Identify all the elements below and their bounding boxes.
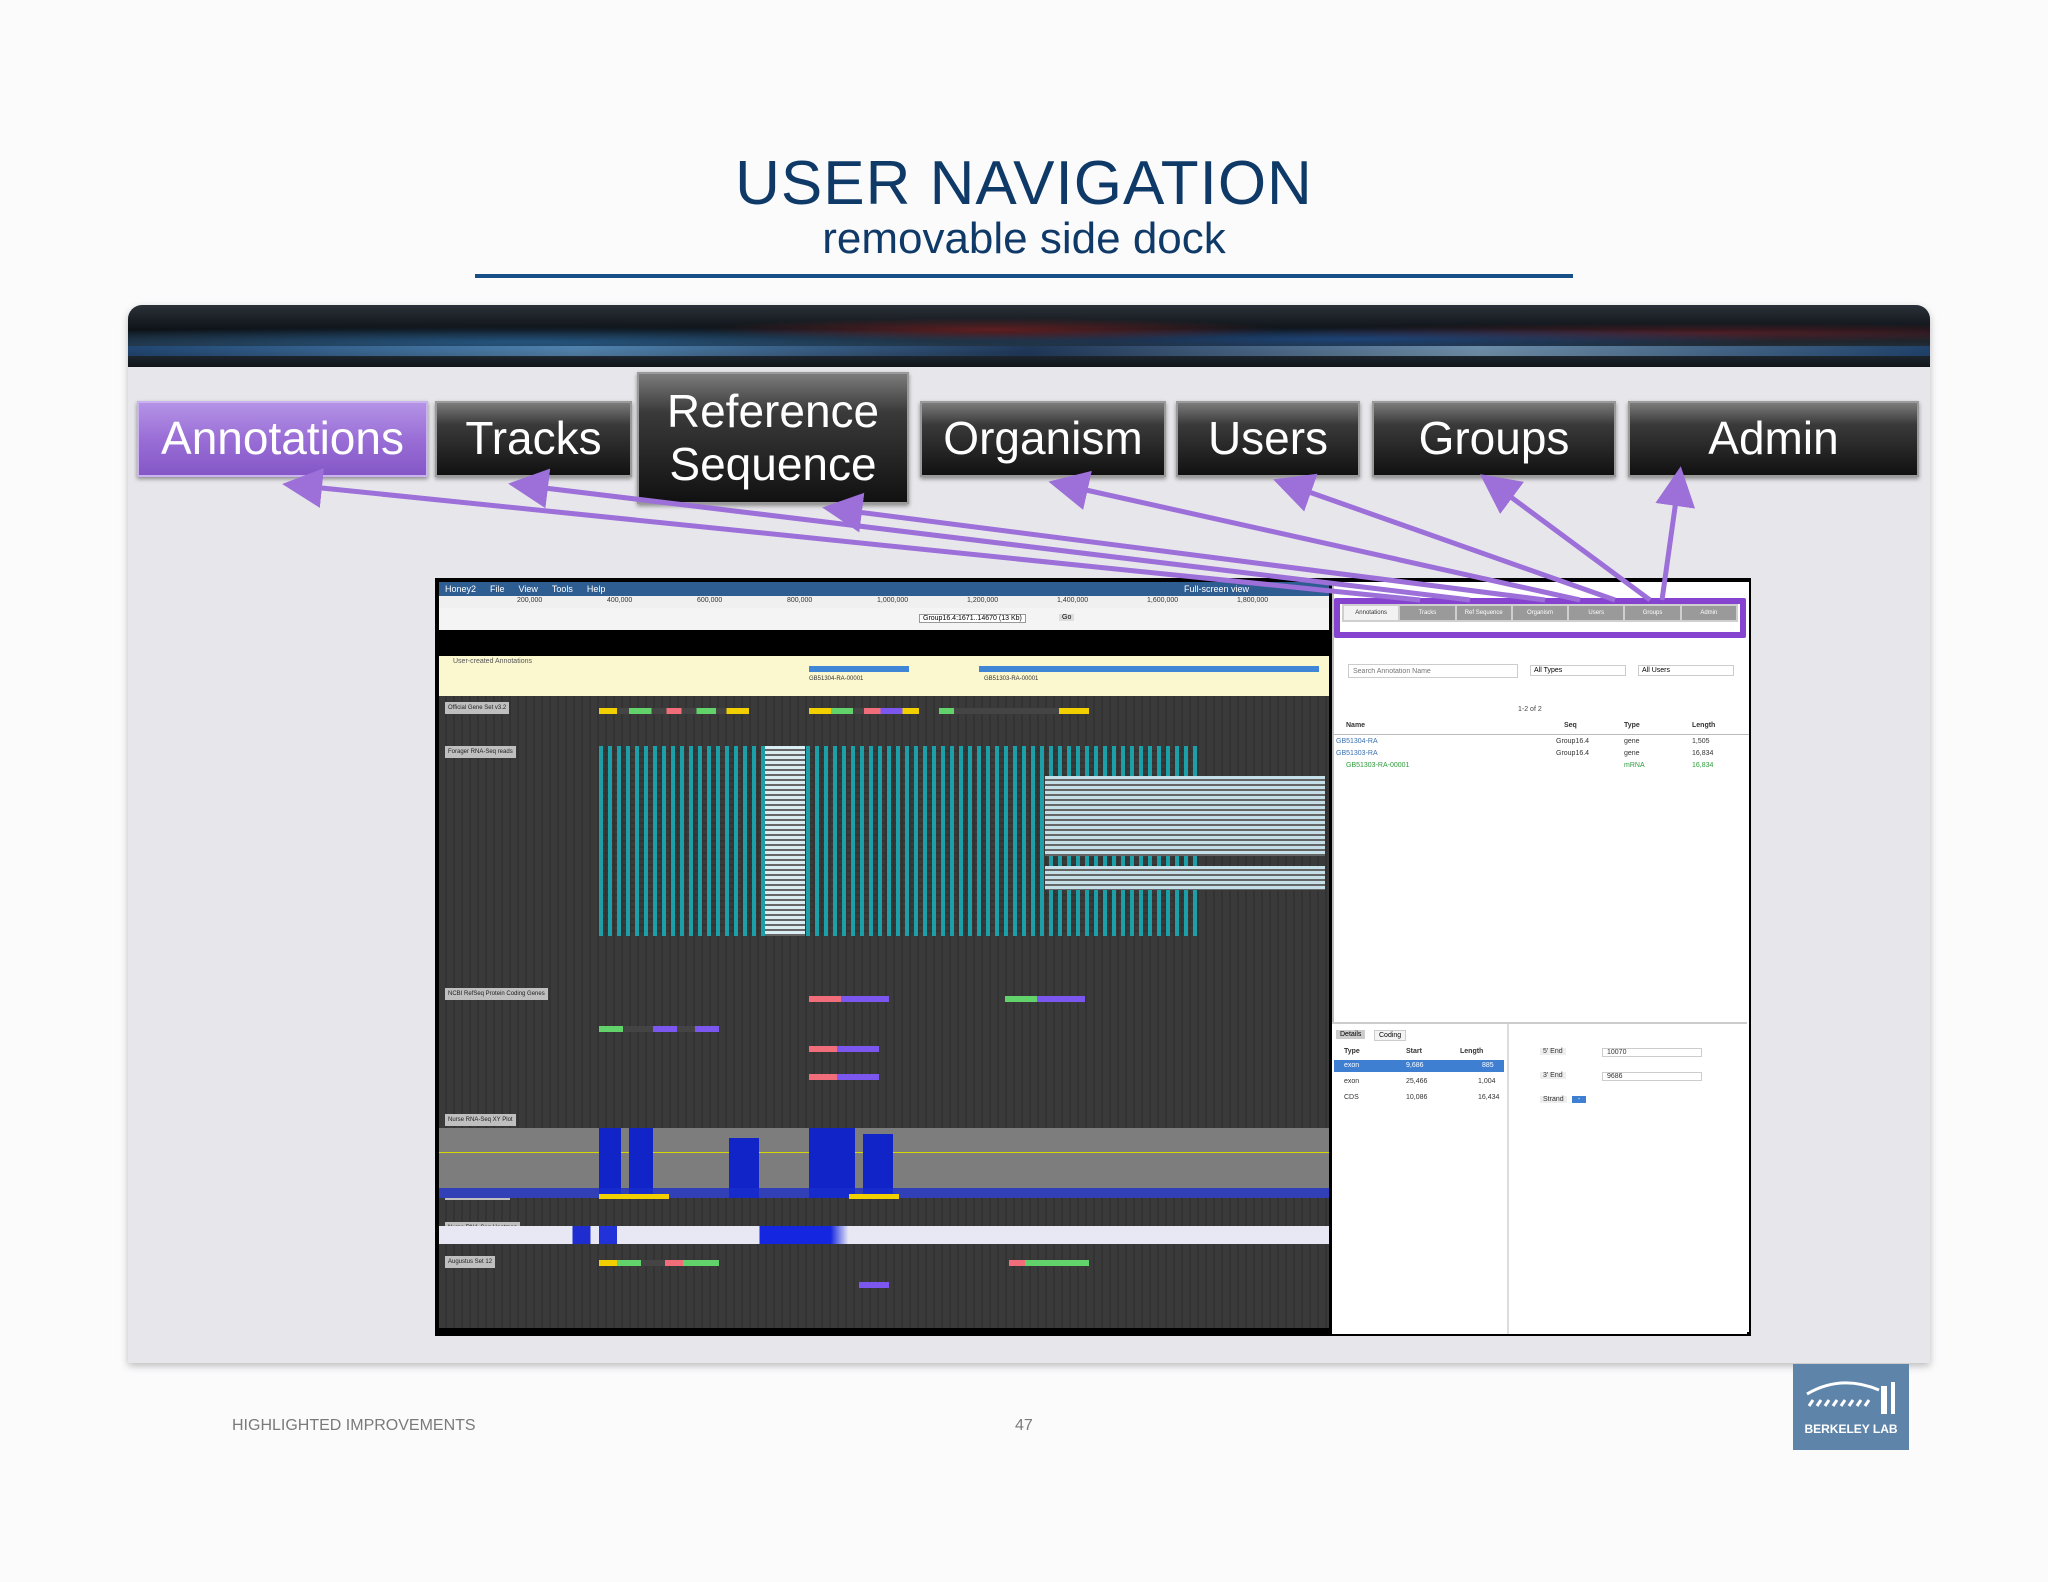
arrow-annotations	[282, 468, 1421, 603]
footer-section-label: HIGHLIGHTED IMPROVEMENTS	[232, 1417, 476, 1434]
berkeley-lab-logo: BERKELEY LAB	[1793, 1364, 1909, 1450]
callout-arrows	[282, 466, 1696, 603]
lab-building-icon	[1806, 1381, 1895, 1414]
arrow-ref-sequence	[822, 492, 1546, 603]
arrow-admin	[1655, 466, 1696, 601]
logo-text: BERKELEY LAB	[1804, 1422, 1898, 1436]
page-number: 47	[1015, 1417, 1033, 1434]
